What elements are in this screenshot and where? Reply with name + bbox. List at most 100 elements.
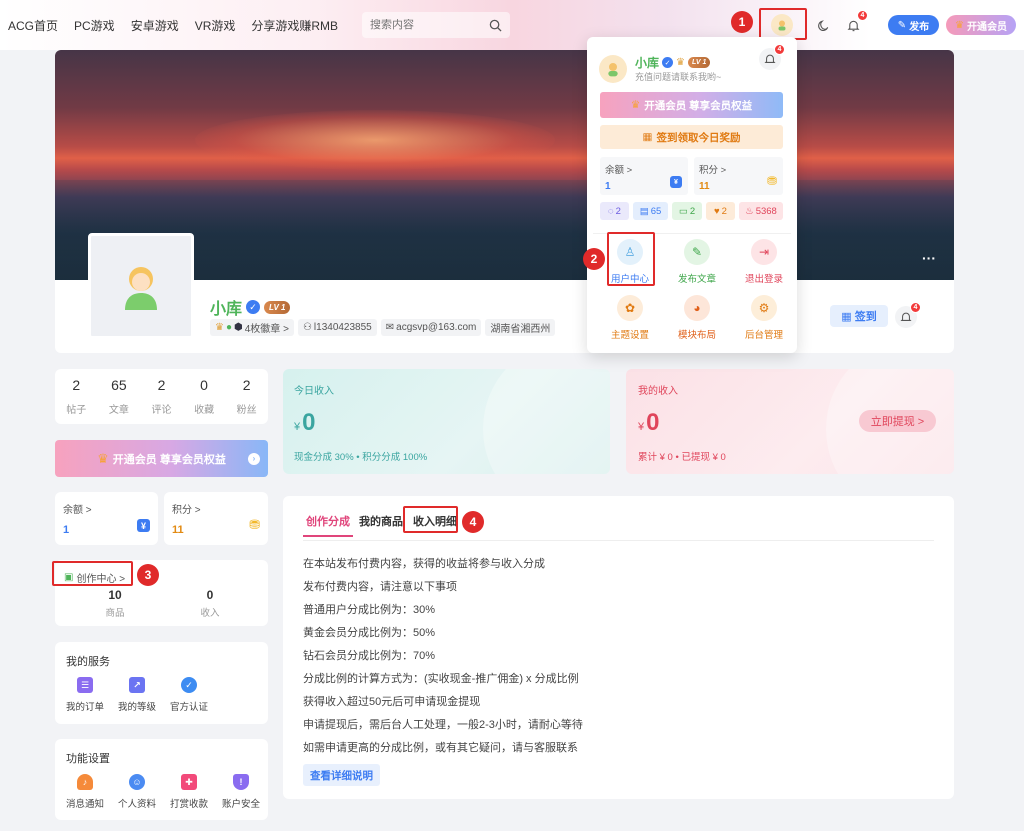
- tab-my-products[interactable]: 我的商品: [359, 513, 403, 537]
- dropdown-subtitle: 充值问题请联系我哟~: [635, 72, 722, 82]
- verified-icon: ✓: [181, 677, 197, 693]
- view-details-button[interactable]: 查看详细说明: [303, 764, 380, 786]
- setting-security[interactable]: ! 账户安全: [215, 774, 267, 810]
- search-input[interactable]: [370, 19, 480, 31]
- rule-line: 普通用户分成比例为：30%: [303, 604, 436, 616]
- menu-module-layout[interactable]: ◕ 模块布局: [669, 295, 725, 341]
- menu-logout[interactable]: ⇥ 退出登录: [736, 239, 792, 285]
- nav-link-android-games[interactable]: 安卓游戏: [131, 17, 179, 34]
- search-icon[interactable]: [489, 19, 502, 32]
- email-tag: ✉ acgsvp@163.com: [380, 319, 482, 336]
- count-popularity[interactable]: ♨ 5368: [739, 202, 783, 220]
- creator-income[interactable]: 0 收入: [180, 588, 240, 619]
- nav-link-pc-games[interactable]: PC游戏: [74, 17, 115, 34]
- stat-comments[interactable]: 2 评论: [151, 377, 171, 416]
- edit-icon: ✎: [684, 239, 710, 265]
- count-likes[interactable]: ♥ 2: [706, 202, 735, 220]
- dropdown-vip-button[interactable]: ♛ 开通会员 尊享会员权益: [600, 92, 783, 118]
- setting-tips[interactable]: ✚ 打赏收款: [163, 774, 215, 810]
- annotation-highlight-user-center: [607, 232, 655, 286]
- setting-notifications[interactable]: ♪ 消息通知: [59, 774, 111, 810]
- rule-line: 获得收入超过50元后可申请现金提现: [303, 696, 481, 708]
- service-my-level[interactable]: ↗ 我的等级: [111, 677, 163, 713]
- rule-line: 发布付费内容，请注意以下事项: [303, 581, 457, 593]
- stat-fans[interactable]: 2 粉丝: [237, 377, 257, 416]
- rule-line: 钻石会员分成比例为：70%: [303, 650, 436, 662]
- wallet-icon: ¥: [137, 519, 150, 532]
- menu-theme-settings[interactable]: ✿ 主题设置: [602, 295, 658, 341]
- menu-admin[interactable]: ⚙ 后台管理: [736, 295, 792, 341]
- stat-favorites[interactable]: 0 收藏: [194, 377, 214, 416]
- notification-badge: 4: [774, 44, 785, 55]
- annotation-marker-2: 2: [583, 248, 605, 270]
- annotation-highlight-creator-center: [52, 561, 133, 586]
- balance-card[interactable]: 余额 > 1 ¥: [55, 492, 158, 545]
- today-income-amount: ¥0: [294, 409, 316, 436]
- my-income-amount: ¥0: [638, 409, 660, 436]
- profile-card: ··· 小库 ✓ LV 1 ♛ ● ⬢ 4枚徽章 > ⚇ l1340423855 …: [55, 50, 954, 353]
- nav-link-share-earn[interactable]: 分享游戏赚RMB: [251, 17, 338, 34]
- dropdown-balance[interactable]: 余额 > 1 ¥: [600, 157, 688, 195]
- user-card-icon: ☺: [129, 774, 145, 790]
- count-comments[interactable]: ◌ 2: [600, 202, 629, 220]
- layout-icon: ◕: [684, 295, 710, 321]
- vip-button[interactable]: ♛ 开通会员: [946, 15, 1016, 35]
- badge-icon: ♛: [676, 57, 685, 68]
- wallet-icon: ¥: [670, 176, 682, 188]
- user-dropdown-menu: 小库 ✓ ♛ LV 1 充值问题请联系我哟~ 4 ♛ 开通会员 尊享会员权益 ▦ 签…: [587, 37, 797, 353]
- services-title: 我的服务: [66, 656, 110, 668]
- rule-line: 申请提现后，需后台人工处理，一般2-3小时，请耐心等待: [303, 719, 583, 731]
- setting-profile[interactable]: ☺ 个人资料: [111, 774, 163, 810]
- badges-link[interactable]: ♛ ● ⬢ 4枚徽章 >: [210, 319, 294, 336]
- bell-icon: [847, 20, 859, 31]
- gift-icon: ✚: [181, 774, 197, 790]
- service-my-orders[interactable]: ☰ 我的订单: [59, 677, 111, 713]
- rule-line: 如需申请更高的分成比例，或有其它疑问，请与客服联系: [303, 742, 578, 754]
- menu-publish-article[interactable]: ✎ 发布文章: [669, 239, 725, 285]
- profile-notification-button[interactable]: 4: [895, 302, 921, 328]
- count-articles[interactable]: ▤ 65: [633, 202, 668, 220]
- bell-icon: ♪: [77, 774, 93, 790]
- gear-icon: ⚙: [751, 295, 777, 321]
- nav-link-acg-home[interactable]: ACG首页: [8, 17, 58, 34]
- publish-button[interactable]: ✎ 发布: [888, 15, 939, 35]
- top-navbar: ACG首页 PC游戏 安卓游戏 VR游戏 分享游戏赚RMB: [0, 0, 1024, 50]
- count-replies[interactable]: ▭ 2: [672, 202, 702, 220]
- stat-articles[interactable]: 65 文章: [109, 377, 129, 416]
- notification-badge: 4: [857, 10, 868, 21]
- points-card[interactable]: 积分 > 11 ⛃: [164, 492, 268, 545]
- user-icon: ⚇: [302, 322, 312, 333]
- vip-banner-button[interactable]: ♛ 开通会员 尊享会员权益 ›: [55, 440, 268, 477]
- level-badge: LV 1: [687, 57, 711, 68]
- user-avatar-button[interactable]: [771, 14, 793, 36]
- settings-title: 功能设置: [66, 753, 110, 765]
- tab-creator-share[interactable]: 创作分成: [303, 513, 353, 537]
- arrow-right-icon: ›: [248, 452, 260, 465]
- comment-icon: ◌: [608, 205, 614, 217]
- notification-badge: 4: [910, 302, 921, 313]
- crown-icon: ♛: [97, 450, 109, 466]
- stat-posts[interactable]: 2 帖子: [66, 377, 86, 416]
- dropdown-name-row: 小库 ✓ ♛ LV 1: [635, 54, 711, 71]
- nav-link-vr-games[interactable]: VR游戏: [195, 17, 236, 34]
- service-verification[interactable]: ✓ 官方认证: [163, 677, 215, 713]
- crown-icon: ♛: [955, 19, 964, 31]
- dropdown-signin-button[interactable]: ▦ 签到领取今日奖励: [600, 125, 783, 149]
- notification-button[interactable]: 4: [842, 10, 868, 36]
- annotation-marker-3: 3: [137, 564, 159, 586]
- signin-button[interactable]: ▦ 签到: [830, 305, 888, 327]
- search-box[interactable]: [362, 12, 510, 38]
- pencil-icon: ✎: [897, 19, 907, 31]
- logout-icon: ⇥: [751, 239, 777, 265]
- withdraw-button[interactable]: 立即提现 >: [859, 410, 936, 432]
- dropdown-notification-button[interactable]: 4: [759, 44, 785, 70]
- creator-products[interactable]: 10 商品: [85, 588, 145, 619]
- location-tag: 湖南省湘西州: [485, 319, 556, 336]
- dropdown-menu-row-2: ✿ 主题设置 ◕ 模块布局 ⚙ 后台管理: [602, 295, 792, 341]
- mail-icon: ✉: [385, 322, 395, 333]
- more-options-button[interactable]: ···: [922, 250, 936, 266]
- dropdown-points[interactable]: 积分 > 11 ⛃: [694, 157, 783, 195]
- settings-card: 功能设置 ♪ 消息通知 ☺ 个人资料 ✚ 打赏收款 ! 账户安全: [55, 739, 268, 820]
- dark-mode-toggle[interactable]: [812, 14, 834, 36]
- coins-icon: ⛃: [249, 517, 260, 532]
